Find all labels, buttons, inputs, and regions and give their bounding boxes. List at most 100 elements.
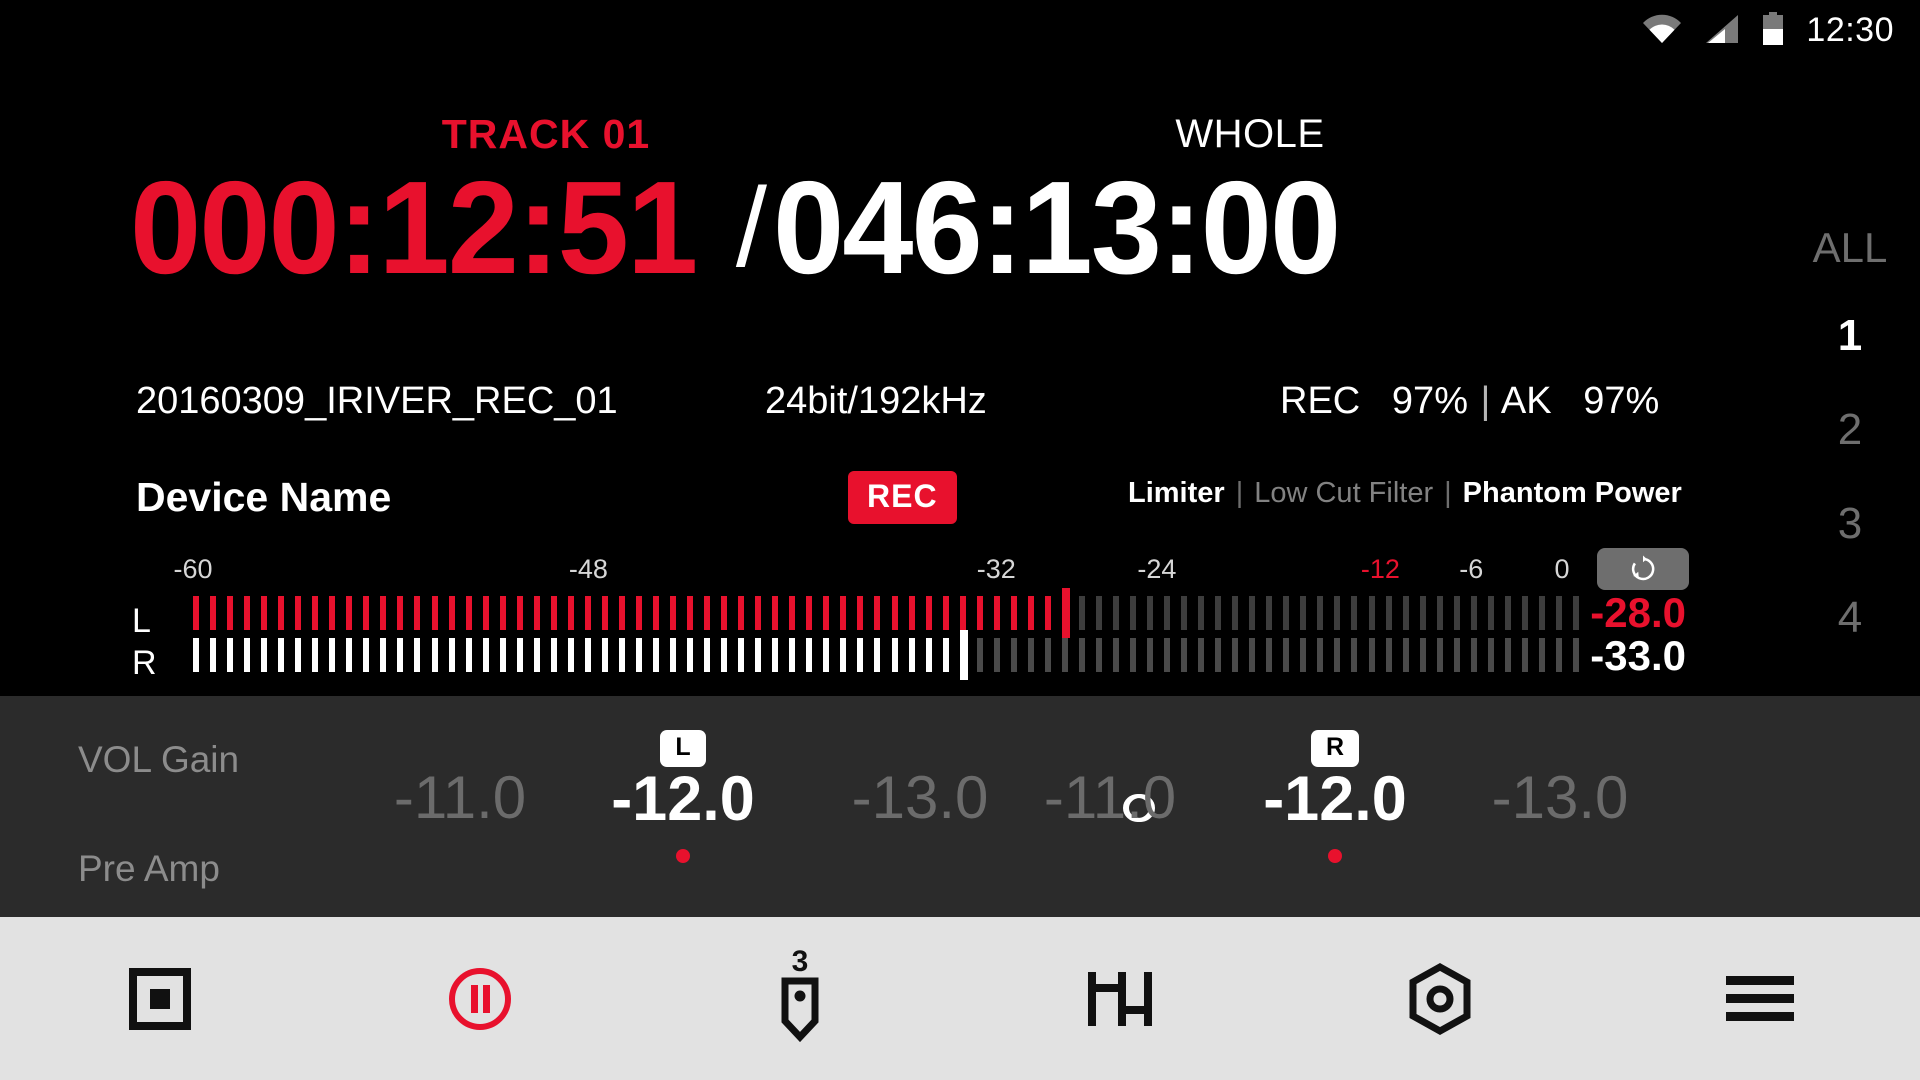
- battery-icon: [1762, 11, 1784, 51]
- meter-segment: [1402, 596, 1409, 630]
- meter-segment: [1147, 596, 1154, 630]
- filename-label: 20160309_IRIVER_REC_01: [136, 380, 618, 422]
- meter-segment: [942, 638, 949, 672]
- audio-format-label: 24bit/192kHz: [765, 380, 987, 422]
- gain-column-5[interactable]: -13.0: [1440, 696, 1680, 917]
- gain-channel-badge-r: R: [1310, 730, 1360, 767]
- gain-column-3[interactable]: -11.0: [990, 696, 1230, 917]
- gain-value[interactable]: -12.0: [1263, 768, 1407, 831]
- time-display[interactable]: 000:12:51 / 046:13:00: [0, 162, 1780, 294]
- rail-item-3[interactable]: 3: [1780, 499, 1920, 549]
- meter-segment: [1027, 596, 1034, 630]
- meter-reset-button[interactable]: [1597, 548, 1689, 590]
- meter-segment: [670, 638, 677, 672]
- meter-segment: [1010, 596, 1017, 630]
- meter-segment: [1572, 638, 1579, 672]
- meter-segment: [1470, 596, 1477, 630]
- meter-segment: [601, 638, 608, 672]
- meter-value-l: -28.0: [1590, 589, 1686, 636]
- meter-segment: [687, 638, 694, 672]
- gain-value[interactable]: -12.0: [611, 768, 755, 831]
- scale-tick-minus6: -6: [1459, 554, 1484, 584]
- meter-peak-indicator-r: [959, 630, 968, 680]
- track-split-button[interactable]: [960, 917, 1280, 1080]
- pause-button[interactable]: [320, 917, 640, 1080]
- rail-item-4[interactable]: 4: [1780, 593, 1920, 643]
- meter-segment: [550, 596, 557, 630]
- gain-column-1[interactable]: L -12.0: [563, 696, 803, 917]
- meter-segment: [721, 596, 728, 630]
- rail-item-1[interactable]: 1: [1780, 311, 1920, 361]
- gain-column-0[interactable]: -11.0: [340, 696, 580, 917]
- status-time: 12:30: [1806, 10, 1894, 49]
- meter-segment: [1266, 638, 1273, 672]
- settings-button[interactable]: [1280, 917, 1600, 1080]
- meter-segment: [925, 638, 932, 672]
- gain-value[interactable]: -11.0: [1044, 768, 1176, 828]
- flag-divider: |: [1235, 477, 1244, 509]
- level-meters: L -28.0 R -33.0: [0, 588, 1780, 682]
- meter-segment: [312, 596, 319, 630]
- meta-row: 20160309_IRIVER_REC_01 24bit/192kHz REC …: [0, 380, 1780, 426]
- gain-channel-badge-l: L: [660, 730, 706, 767]
- meter-segment: [261, 638, 268, 672]
- marker-button[interactable]: 3: [640, 917, 960, 1080]
- gain-value[interactable]: -13.0: [852, 768, 989, 828]
- meter-segment: [1215, 596, 1222, 630]
- meter-segment: [806, 596, 813, 630]
- meter-segment: [1198, 638, 1205, 672]
- gain-column-4[interactable]: R -12.0: [1215, 696, 1455, 917]
- meter-segment: [840, 638, 847, 672]
- rail-item-all[interactable]: ALL: [1780, 224, 1920, 272]
- meter-segment: [482, 596, 489, 630]
- meter-segment: [1232, 638, 1239, 672]
- menu-button[interactable]: [1600, 917, 1920, 1080]
- meter-segment: [278, 638, 285, 672]
- meter-segment: [1317, 638, 1324, 672]
- gain-value[interactable]: -13.0: [1492, 768, 1629, 828]
- meter-segment: [1249, 638, 1256, 672]
- feature-flags: Limiter | Low Cut Filter | Phantom Power: [1128, 477, 1682, 510]
- pre-amp-label: Pre Amp: [78, 848, 220, 889]
- meter-segment: [414, 638, 421, 672]
- meter-segment: [1334, 638, 1341, 672]
- meter-segment: [193, 596, 199, 630]
- gain-value[interactable]: -11.0: [394, 768, 526, 828]
- battery-separator: |: [1480, 380, 1491, 422]
- scale-tick-minus32: -32: [976, 554, 1016, 584]
- device-name-label[interactable]: Device Name: [136, 474, 391, 521]
- meter-segment: [1300, 638, 1307, 672]
- feature-flag-low-cut-filter[interactable]: Low Cut Filter: [1254, 477, 1433, 510]
- gain-selected-dot: [676, 849, 690, 863]
- gain-selected-dot: [1328, 849, 1342, 863]
- feature-flag-phantom-power[interactable]: Phantom Power: [1463, 477, 1682, 510]
- rail-item-2[interactable]: 2: [1780, 405, 1920, 455]
- meter-segment: [363, 638, 370, 672]
- meter-segment: [1044, 596, 1051, 630]
- meter-segment: [1487, 596, 1494, 630]
- meter-segment: [601, 596, 608, 630]
- meter-bar-r: [193, 630, 1590, 680]
- wifi-icon: [1642, 14, 1682, 49]
- track-label: TRACK 01: [441, 111, 651, 157]
- meter-segment: [652, 596, 659, 630]
- meter-segment: [1232, 596, 1239, 630]
- meter-segment: [1555, 638, 1562, 672]
- meter-segment: [1181, 596, 1188, 630]
- meter-segment: [227, 596, 234, 630]
- meter-segment: [721, 638, 728, 672]
- stop-square-icon: [129, 967, 191, 1030]
- stop-button[interactable]: [0, 917, 320, 1080]
- feature-flag-limiter[interactable]: Limiter: [1128, 477, 1225, 510]
- meter-segment: [329, 638, 336, 672]
- meter-segment: [346, 596, 353, 630]
- gain-panel: VOL Gain Pre Amp -11.0 L -12.0 -13.0 -11.0 R -…: [0, 696, 1920, 917]
- hamburger-menu-icon: [1726, 975, 1794, 1021]
- meter-segment: [857, 638, 864, 672]
- meter-segment: [1351, 596, 1358, 630]
- meter-segment: [1538, 596, 1545, 630]
- meter-segment: [772, 596, 779, 630]
- track-split-icon: [1088, 971, 1152, 1026]
- meter-segment: [210, 638, 217, 672]
- meter-segment: [618, 596, 625, 630]
